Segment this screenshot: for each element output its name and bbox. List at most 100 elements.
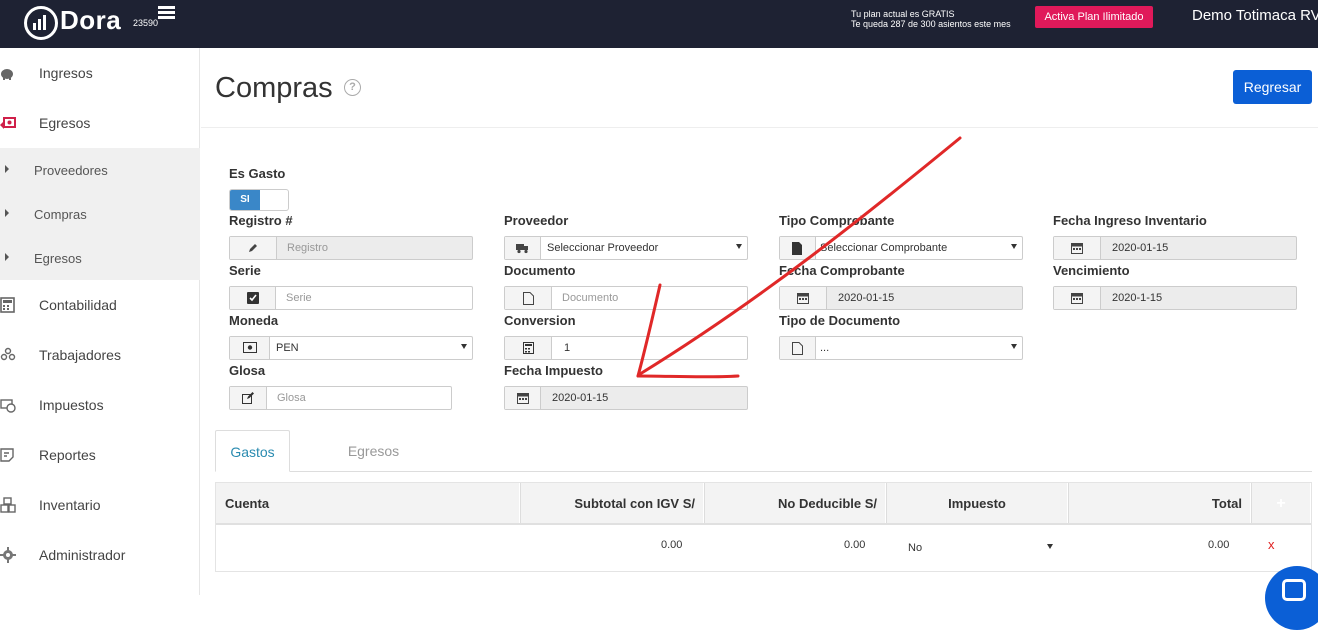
boxes-icon	[0, 497, 16, 513]
caret-right-icon	[5, 209, 9, 217]
registro-label: Registro #	[229, 213, 293, 228]
chevron-down-icon	[1047, 544, 1053, 549]
sidebar-subitem-label: Compras	[34, 207, 87, 222]
plan-line-1: Tu plan actual es GRATIS	[851, 9, 955, 19]
page-title: Compras	[215, 72, 333, 104]
sidebar-item-impuestos[interactable]: Impuestos	[0, 380, 200, 430]
gear-icon	[0, 547, 16, 563]
sidebar-subitem-label: Proveedores	[34, 163, 108, 178]
column-header-subtotal: Subtotal con IGV S/	[520, 483, 704, 523]
sidebar-item-ingresos[interactable]: Ingresos	[0, 48, 200, 98]
fecha-comprobante-label: Fecha Comprobante	[779, 263, 905, 278]
vencimiento-input[interactable]: 2020-1-15	[1053, 286, 1297, 310]
chevron-down-icon	[736, 244, 742, 249]
fecha-impuesto-input[interactable]: 2020-01-15	[504, 386, 748, 410]
user-name[interactable]: Demo Totimaca RV	[1192, 7, 1318, 24]
pencil-addon	[230, 237, 277, 259]
cell-subtotal[interactable]: 0.00	[661, 539, 682, 551]
cell-no-deducible[interactable]: 0.00	[844, 539, 865, 551]
chat-widget-button[interactable]	[1265, 566, 1318, 630]
chevron-down-icon	[1011, 244, 1017, 249]
fecha-ingreso-label: Fecha Ingreso Inventario	[1053, 213, 1207, 228]
sidebar-item-administrador[interactable]: Administrador	[0, 530, 200, 580]
cell-total: 0.00	[1208, 539, 1230, 551]
chevron-down-icon	[461, 344, 467, 349]
sidebar-subitem-proveedores[interactable]: Proveedores	[0, 148, 200, 192]
delete-row-button[interactable]: x	[1268, 537, 1275, 552]
es-gasto-toggle[interactable]: SI	[229, 189, 289, 211]
tab-egresos-relacionados[interactable]: Egresos Relacionados	[307, 430, 440, 501]
vencimiento-value: 2020-1-15	[1112, 292, 1163, 304]
brand-number: 23590	[133, 18, 159, 28]
proveedor-label: Proveedor	[504, 213, 569, 228]
hamburger-menu-icon[interactable]	[158, 6, 175, 20]
tipo-comprobante-value: Seleccionar Comprobante	[820, 242, 948, 254]
proveedor-value: Seleccionar Proveedor	[547, 242, 659, 254]
activate-plan-button[interactable]: Activa Plan Ilimitado	[1035, 6, 1153, 28]
back-button[interactable]: Regresar	[1233, 70, 1312, 104]
sidebar-subitem-label: Egresos	[34, 251, 82, 266]
documento-input[interactable]: Documento	[504, 286, 748, 310]
glosa-placeholder: Glosa	[277, 392, 306, 404]
column-header-no-deducible: No Deducible S/	[704, 483, 886, 523]
sidebar-item-reportes[interactable]: Reportes	[0, 430, 200, 480]
toggle-on-label: SI	[230, 190, 260, 210]
calendar-icon	[1071, 243, 1083, 254]
document-addon	[505, 287, 552, 309]
money-icon	[243, 342, 257, 353]
serie-input[interactable]: Serie	[229, 286, 473, 310]
calculator-icon	[523, 342, 534, 354]
moneda-label: Moneda	[229, 313, 279, 328]
header-divider	[201, 127, 1318, 128]
check-addon	[230, 287, 276, 309]
sidebar-subitem-egresos[interactable]: Egresos	[0, 236, 200, 280]
glosa-input[interactable]: Glosa	[229, 386, 452, 410]
truck-icon	[516, 244, 528, 254]
fecha-comprobante-input[interactable]: 2020-01-15	[779, 286, 1023, 310]
sidebar-subitem-compras[interactable]: Compras	[0, 192, 200, 236]
cell-impuesto-select[interactable]: No	[908, 542, 922, 554]
dora-logo-icon[interactable]	[24, 6, 58, 40]
chevron-down-icon	[1011, 344, 1017, 349]
sidebar-item-inventario[interactable]: Inventario	[0, 480, 200, 530]
tab-gastos[interactable]: Gastos	[215, 430, 290, 472]
proveedor-select[interactable]: Seleccionar Proveedor	[504, 236, 748, 260]
caret-right-icon	[5, 253, 9, 261]
expenses-table: Cuenta Subtotal con IGV S/ No Deducible …	[215, 482, 1312, 572]
sidebar-item-label: Reportes	[39, 447, 96, 463]
egresos-submenu: Proveedores Compras Egresos	[0, 148, 200, 280]
column-header-total: Total	[1068, 483, 1251, 523]
file-addon	[780, 237, 816, 259]
pencil-icon	[249, 244, 257, 252]
documento-label: Documento	[504, 263, 576, 278]
registro-input[interactable]: Registro	[229, 236, 473, 260]
tipo-comprobante-select[interactable]: Seleccionar Comprobante	[779, 236, 1023, 260]
fecha-impuesto-label: Fecha Impuesto	[504, 363, 603, 378]
calendar-icon	[797, 293, 809, 304]
sidebar: Ingresos Egresos Proveedores Compras Egr…	[0, 48, 200, 595]
glosa-label: Glosa	[229, 363, 266, 378]
tipo-documento-select[interactable]: ...	[779, 336, 1023, 360]
add-row-button[interactable]: +	[1251, 483, 1311, 523]
sidebar-item-contabilidad[interactable]: Contabilidad	[0, 280, 200, 330]
serie-label: Serie	[229, 263, 261, 278]
conversion-input[interactable]: 1	[504, 336, 748, 360]
top-bar: Dora 23590 Tu plan actual es GRATIS Te q…	[0, 0, 1318, 48]
sidebar-item-label: Impuestos	[39, 397, 104, 413]
sidebar-item-egresos[interactable]: Egresos	[0, 98, 200, 148]
document-addon	[780, 337, 816, 359]
tax-icon	[0, 399, 16, 413]
table-header: Cuenta Subtotal con IGV S/ No Deducible …	[216, 483, 1311, 525]
fecha-ingreso-input[interactable]: 2020-01-15	[1053, 236, 1297, 260]
calendar-addon	[1054, 237, 1101, 259]
calendar-addon	[1054, 287, 1101, 309]
column-header-impuesto: Impuesto	[886, 483, 1068, 523]
check-square-icon	[247, 292, 259, 304]
tipo-documento-value: ...	[820, 342, 830, 354]
brand-name[interactable]: Dora	[60, 5, 121, 36]
tabs: Gastos Egresos Relacionados	[215, 430, 1312, 501]
moneda-select[interactable]: PEN	[229, 336, 473, 360]
help-icon[interactable]: ?	[344, 79, 361, 96]
sidebar-item-trabajadores[interactable]: Trabajadores	[0, 330, 200, 380]
sidebar-item-label: Ingresos	[39, 65, 93, 81]
